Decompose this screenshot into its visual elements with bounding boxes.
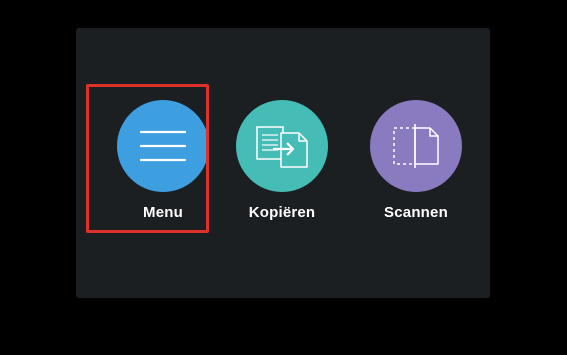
scan-button[interactable]: Scannen [356, 100, 476, 230]
copy-document-icon [256, 126, 308, 168]
scan-label: Scannen [384, 204, 448, 221]
copy-button[interactable]: Kopiëren [222, 100, 342, 230]
screen: Menu Kopiëren Scannen [0, 0, 567, 355]
menu-label: Menu [143, 204, 183, 221]
menu-circle [117, 100, 209, 192]
copy-circle [236, 100, 328, 192]
menu-button[interactable]: Menu [103, 100, 223, 230]
hamburger-menu-icon [139, 130, 187, 162]
scan-circle [370, 100, 462, 192]
copy-label: Kopiëren [248, 204, 316, 221]
scan-document-icon [393, 124, 439, 168]
